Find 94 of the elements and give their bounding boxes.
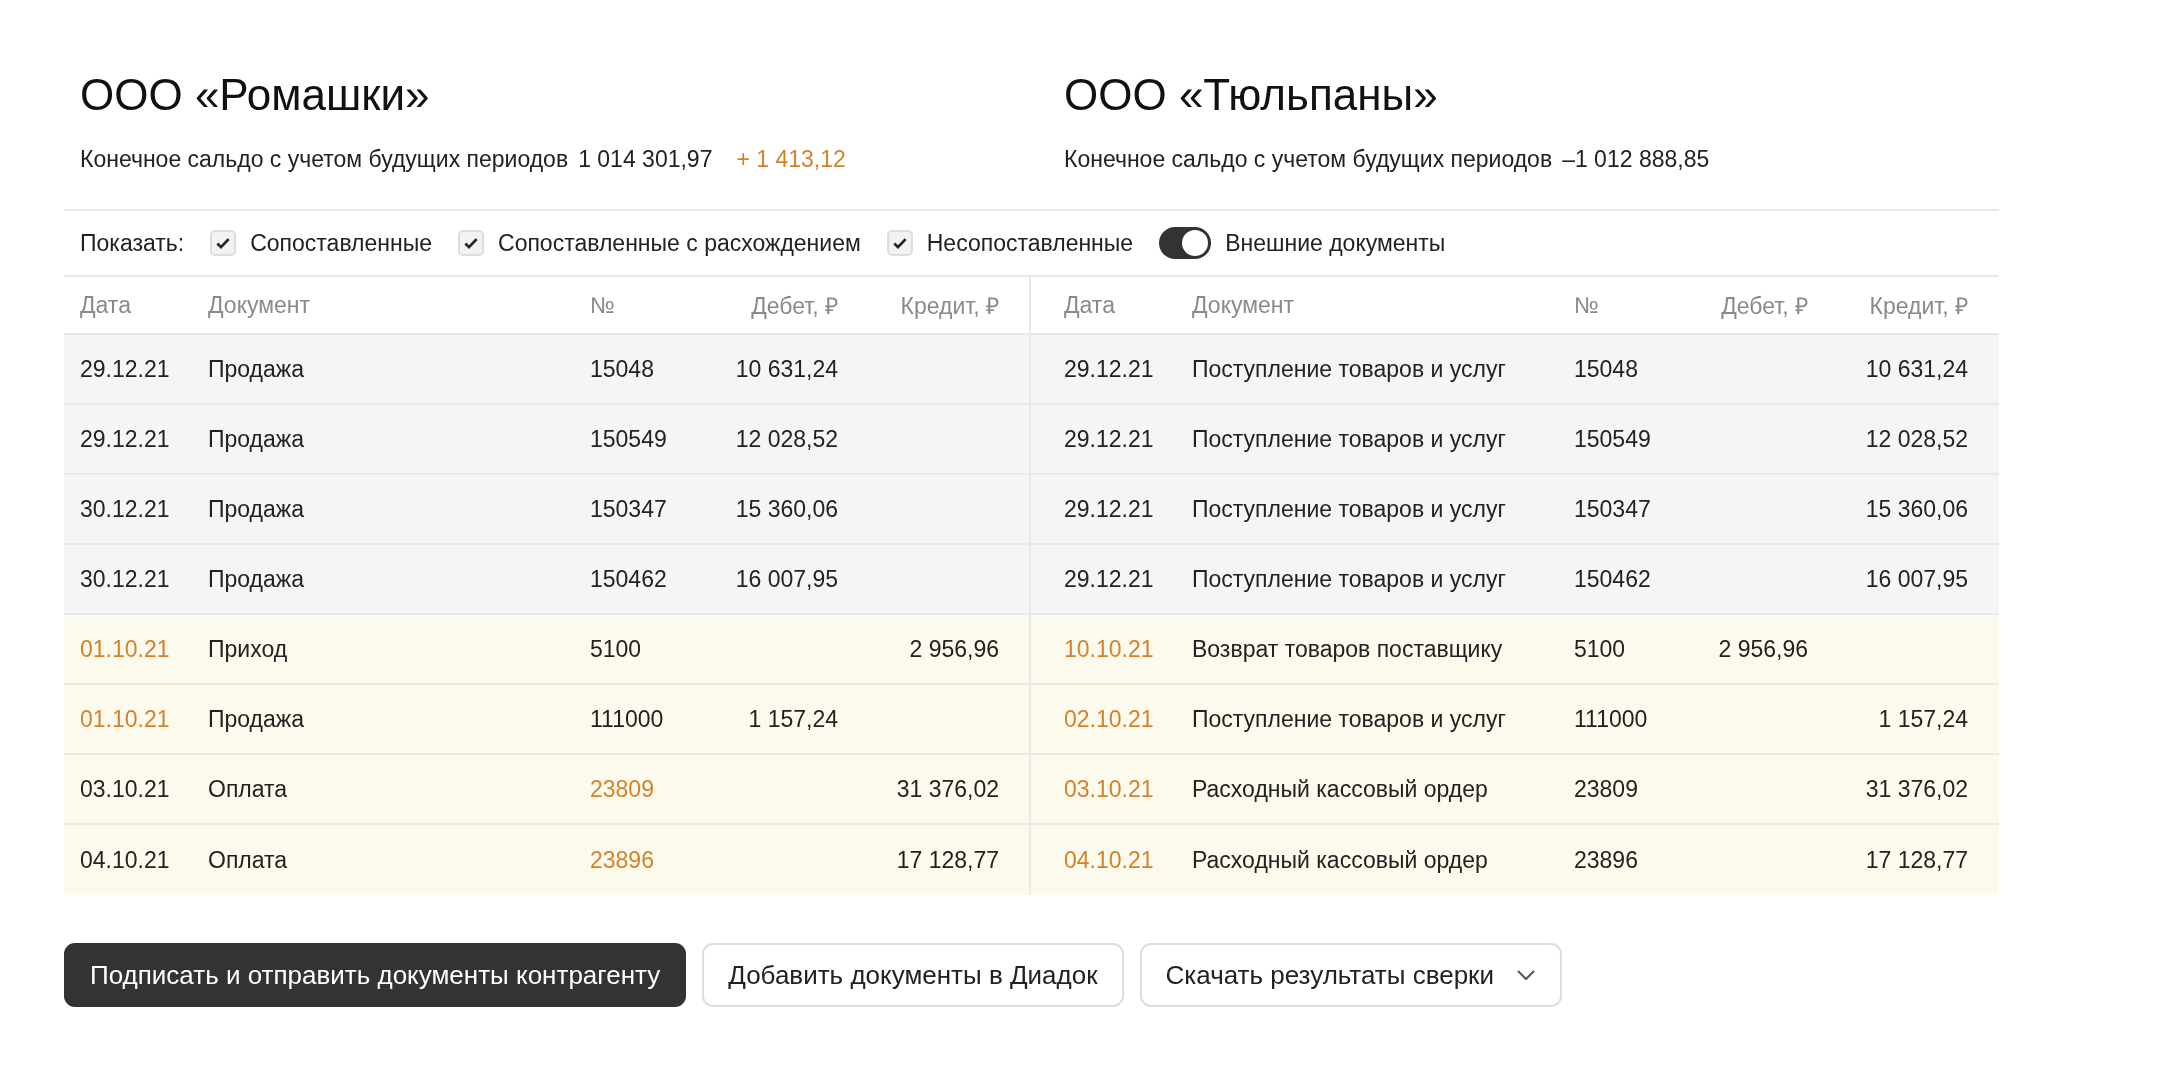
document-cell: Приход xyxy=(208,635,288,662)
date-cell: 04.10.21 xyxy=(1064,846,1154,873)
number-cell: 23809 xyxy=(590,775,654,802)
column-header: № xyxy=(1574,291,1600,319)
checkbox[interactable] xyxy=(458,230,484,256)
number-cell: 150549 xyxy=(1574,425,1651,452)
credit-cell: 31 376,02 xyxy=(1865,775,1968,802)
column-header: Документ xyxy=(208,291,312,319)
date-cell: 03.10.21 xyxy=(80,775,170,802)
credit-cell: 1 157,24 xyxy=(1878,705,1968,732)
checkbox[interactable] xyxy=(886,230,913,256)
number-cell: 5100 xyxy=(1574,635,1626,662)
document-cell: Оплата xyxy=(208,846,288,873)
document-cell: Поступление товаров и услуг xyxy=(1192,425,1506,452)
column-header: Дата xyxy=(80,291,132,319)
document-cell: Расходный кассовый ордер xyxy=(1192,775,1488,802)
number-cell: 15048 xyxy=(590,355,654,382)
document-cell: Поступление товаров и услуг xyxy=(1192,705,1506,732)
date-cell: 29.12.21 xyxy=(80,355,170,382)
filter-label: Показать: xyxy=(80,229,185,257)
toggle-label: Внешние документы xyxy=(1225,229,1446,257)
number-cell: 150462 xyxy=(590,565,667,592)
credit-cell: 15 360,06 xyxy=(1865,495,1968,522)
date-cell: 29.12.21 xyxy=(80,425,170,452)
document-cell: Поступление товаров и услуг xyxy=(1192,565,1506,592)
toggle-switch[interactable] xyxy=(1159,227,1212,259)
debit-cell: 12 028,52 xyxy=(735,425,838,452)
credit-cell: 12 028,52 xyxy=(1865,425,1968,452)
document-cell: Возврат товаров поставщику xyxy=(1192,635,1503,662)
balance-value: 1 014 301,97 xyxy=(578,146,713,173)
debit-cell: 16 007,95 xyxy=(735,565,838,592)
company-title: ООО «Тюльпаны» xyxy=(1064,70,1439,120)
document-cell: Оплата xyxy=(208,775,288,802)
document-cell: Поступление товаров и услуг xyxy=(1192,495,1506,522)
column-header: Дебет, ₽ xyxy=(750,292,838,321)
document-cell: Продажа xyxy=(208,705,304,732)
credit-cell: 10 631,24 xyxy=(1865,355,1968,382)
date-cell: 30.12.21 xyxy=(80,495,170,522)
document-cell: Продажа xyxy=(208,495,304,522)
number-cell: 150549 xyxy=(590,425,667,452)
column-header: Кредит, ₽ xyxy=(899,292,999,321)
number-cell: 150347 xyxy=(1574,495,1651,522)
document-cell: Расходный кассовый ордер xyxy=(1192,846,1488,873)
column-header: Дебет, ₽ xyxy=(1720,292,1808,321)
checkbox[interactable] xyxy=(210,230,237,256)
number-cell: 150347 xyxy=(590,495,667,522)
number-cell: 15048 xyxy=(1574,355,1638,382)
company-title: ООО «Ромашки» xyxy=(80,70,431,120)
number-cell: 23809 xyxy=(1574,775,1638,802)
sign-and-send-button[interactable]: Подписать и отправить документы контрагенту xyxy=(64,943,687,1007)
date-cell: 29.12.21 xyxy=(1064,355,1154,382)
date-cell: 30.12.21 xyxy=(80,565,170,592)
chevron-down-icon xyxy=(1516,969,1536,981)
credit-cell: 31 376,02 xyxy=(896,775,999,802)
number-cell: 23896 xyxy=(1574,846,1638,873)
balance-value: –1 012 888,85 xyxy=(1562,146,1710,173)
download-results-dropdown[interactable]: Скачать результаты сверки xyxy=(1139,943,1562,1007)
balance-label: Конечное сальдо с учетом будущих периодов xyxy=(80,146,569,173)
credit-cell: 2 956,96 xyxy=(909,635,999,662)
credit-cell: 17 128,77 xyxy=(1865,846,1968,873)
column-header: Документ xyxy=(1192,291,1296,319)
date-cell: 10.10.21 xyxy=(1064,635,1154,662)
document-cell: Продажа xyxy=(208,565,304,592)
column-header: Кредит, ₽ xyxy=(1868,292,1968,321)
number-cell: 111000 xyxy=(1574,705,1648,732)
number-cell: 23896 xyxy=(590,846,654,873)
balance-label: Конечное сальдо с учетом будущих периодов xyxy=(1064,146,1553,173)
date-cell: 29.12.21 xyxy=(1064,495,1154,522)
balance-difference: + 1 413,12 xyxy=(736,146,846,173)
document-cell: Продажа xyxy=(208,355,304,382)
debit-cell: 2 956,96 xyxy=(1718,635,1808,662)
credit-cell: 17 128,77 xyxy=(896,846,999,873)
number-cell: 111000 xyxy=(590,705,664,732)
date-cell: 02.10.21 xyxy=(1064,705,1154,732)
debit-cell: 15 360,06 xyxy=(735,495,838,522)
checkbox-label: Сопоставленные xyxy=(250,229,432,257)
number-cell: 5100 xyxy=(590,635,642,662)
date-cell: 29.12.21 xyxy=(1064,425,1154,452)
column-header: № xyxy=(590,291,616,319)
date-cell: 01.10.21 xyxy=(80,635,170,662)
date-cell: 01.10.21 xyxy=(80,705,170,732)
credit-cell: 16 007,95 xyxy=(1865,565,1968,592)
checkbox-label: Сопоставленные с расхождением xyxy=(498,229,861,257)
date-cell: 03.10.21 xyxy=(1064,775,1154,802)
column-header: Дата xyxy=(1064,291,1116,319)
checkbox-label: Несопоставленные xyxy=(926,229,1134,257)
debit-cell: 1 157,24 xyxy=(748,705,838,732)
debit-cell: 10 631,24 xyxy=(735,355,838,382)
add-documents-button[interactable]: Добавить документы в Диадок xyxy=(702,943,1124,1007)
document-cell: Поступление товаров и услуг xyxy=(1192,355,1506,382)
date-cell: 29.12.21 xyxy=(1064,565,1154,592)
document-cell: Продажа xyxy=(208,425,304,452)
date-cell: 04.10.21 xyxy=(80,846,170,873)
number-cell: 150462 xyxy=(1574,565,1651,592)
